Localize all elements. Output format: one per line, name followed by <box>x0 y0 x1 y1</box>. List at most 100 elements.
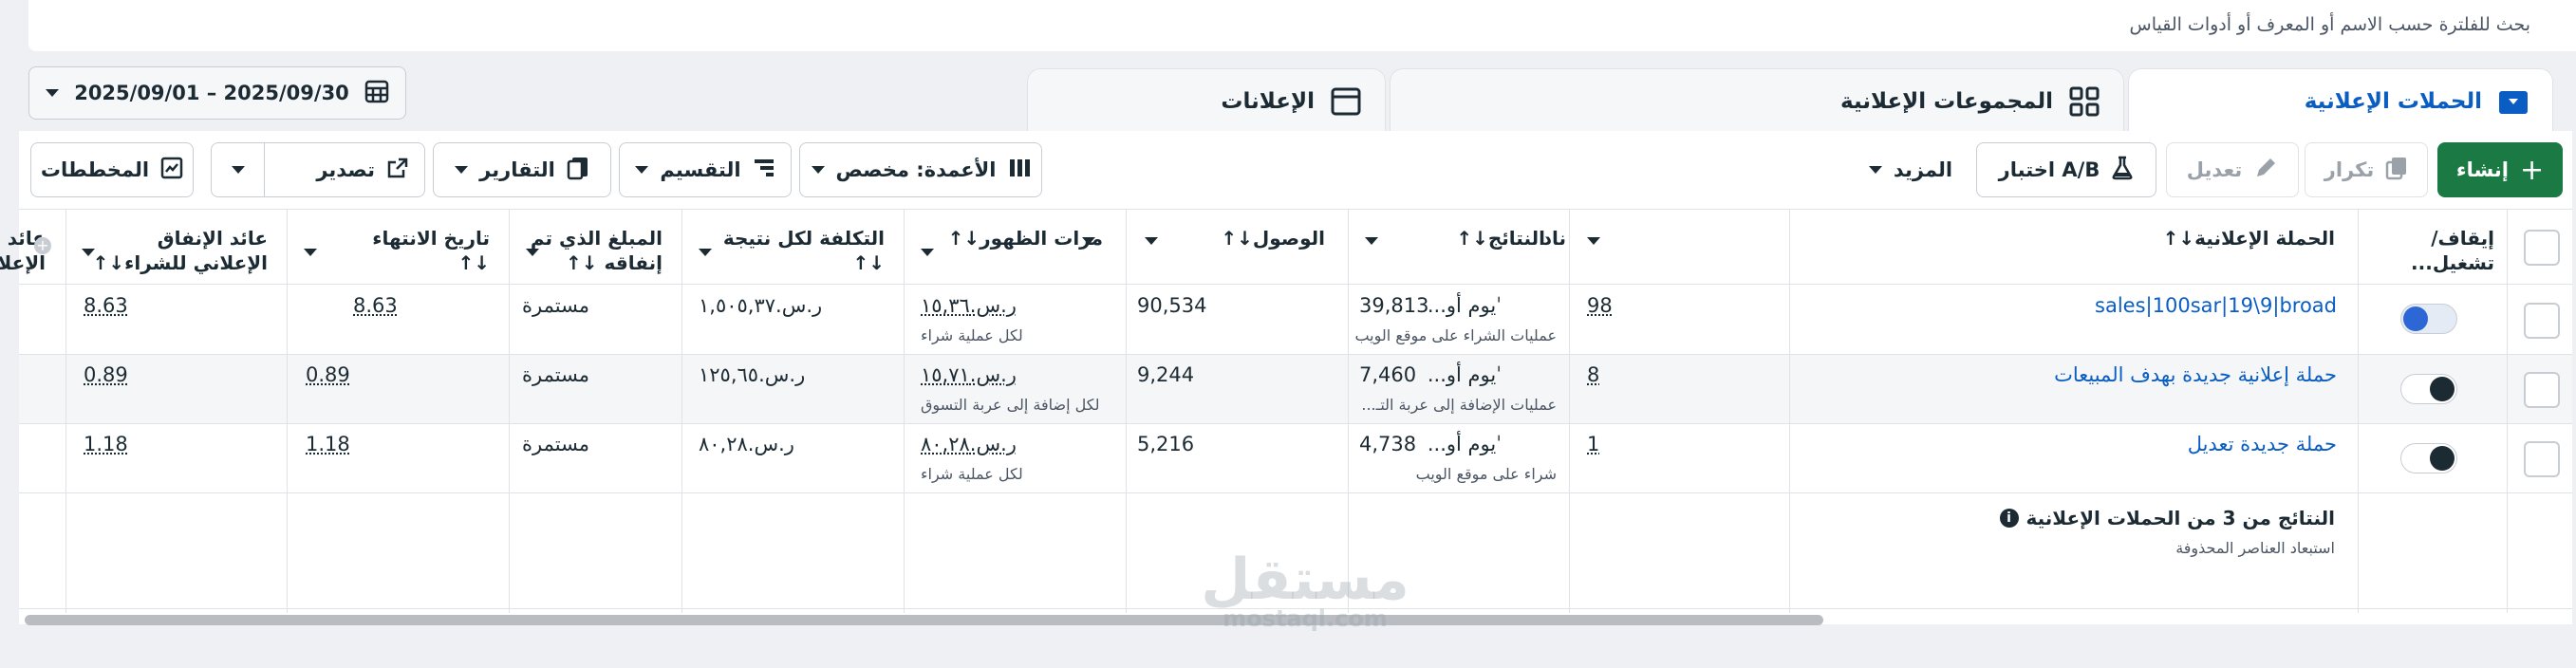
breakdown-dropdown[interactable]: التقسيم <box>619 142 792 197</box>
header-amount-spent[interactable]: المبلغ الذي تم إنفاقه ↓↑ <box>473 226 663 275</box>
reach-value: 4,738 <box>1359 433 1417 455</box>
cost-per-result-value[interactable]: ر.س.١٥,٧١ <box>921 363 1017 386</box>
breakdown-icon <box>753 157 775 184</box>
roas-value[interactable]: 0.89 <box>306 363 350 386</box>
results-value[interactable]: 1 <box>1587 433 1599 455</box>
more-dropdown[interactable]: المزيد <box>1858 142 1963 197</box>
cost-per-result-value[interactable]: ر.س.١٥,٣٦ <box>921 294 1017 317</box>
campaign-name-link[interactable]: حملة إعلانية جديدة بهدف المبيعات <box>2054 363 2337 386</box>
delivery-status: ˈيوم أو... <box>1427 363 1502 386</box>
edit-button[interactable]: تعديل <box>2166 142 2299 197</box>
roas-value[interactable]: 1.18 <box>84 433 128 455</box>
add-column-icon[interactable]: + <box>34 237 51 254</box>
chevron-down-icon <box>526 249 539 256</box>
columns-icon <box>1008 157 1031 184</box>
header-toggle[interactable]: إيقاف/ تشغيل... <box>2361 226 2494 275</box>
info-icon[interactable]: i <box>1999 509 2019 528</box>
roas-value[interactable]: 0.89 <box>84 363 128 386</box>
columns-dropdown[interactable]: الأعمدة: مخصص <box>799 142 1042 197</box>
toggle-knob <box>2403 306 2428 331</box>
chevron-down-icon <box>921 249 934 256</box>
column-divider <box>1569 209 1570 613</box>
header-campaign[interactable]: الحملة الإعلانية↓↑ <box>2145 226 2335 250</box>
header-cost-per-result[interactable]: التكلفة لكل نتيجة ↓↑ <box>704 226 885 275</box>
summary-subtitle: استبعاد العناصر المحذوفة <box>2175 539 2335 557</box>
chevron-down-icon <box>699 249 712 256</box>
column-divider <box>2507 209 2508 613</box>
row-checkbox[interactable] <box>2524 303 2560 339</box>
row-checkbox[interactable] <box>2524 372 2560 408</box>
chevron-down-icon <box>1868 166 1882 174</box>
pencil-icon <box>2253 156 2278 185</box>
column-divider <box>1126 209 1127 613</box>
chevron-down-icon <box>46 89 60 97</box>
chevron-down-icon <box>811 166 825 174</box>
search-placeholder: بحث للفلترة حسب الاسم أو المعرف أو أدوات… <box>2129 14 2531 35</box>
tab-campaigns[interactable]: الحملات الإعلانية <box>2128 68 2553 133</box>
amount-spent-value: ر.س.١,٥٠٥,٣٧ <box>699 294 823 317</box>
amount-spent-value: ر.س.١٢٥,٦٥ <box>699 363 806 386</box>
chevron-down-icon <box>455 166 469 174</box>
header-roas-1[interactable]: عائد الإنفاق الإعلاني للشراء↓↑ <box>87 226 268 275</box>
tab-ads[interactable]: الإعلانات <box>1027 68 1386 133</box>
date-range-picker[interactable]: 2025/09/01 – 2025/09/30 <box>28 66 406 120</box>
results-label: عمليات الشراء على موقع الويب <box>1354 326 1557 344</box>
divider <box>19 209 2572 210</box>
campaign-name-link[interactable]: sales|100sar|19\9|broad <box>2095 294 2337 317</box>
charts-button[interactable]: المخططات <box>30 142 194 197</box>
chevron-down-icon <box>635 166 649 174</box>
cost-per-result-value[interactable]: ر.س.٨٠,٢٨ <box>921 433 1017 455</box>
export-icon <box>386 157 409 184</box>
campaign-name-link[interactable]: حملة جديدة تعديل <box>2188 433 2337 455</box>
cost-per-result-label: لكل إضافة إلى عربة التسوق <box>921 396 1100 414</box>
folder-icon <box>2497 85 2529 118</box>
divider <box>19 423 2572 424</box>
cost-per-result-label: لكل عملية شراء <box>921 326 1023 344</box>
export-options-dropdown[interactable] <box>212 143 265 196</box>
select-all-checkbox[interactable] <box>2524 230 2560 266</box>
results-value[interactable]: 8 <box>1587 363 1599 386</box>
toggle-knob <box>2430 446 2455 471</box>
end-date-value: مستمرة <box>522 294 590 317</box>
export-button-group[interactable]: تصدير <box>211 142 425 197</box>
reports-dropdown[interactable]: التقارير <box>433 142 611 197</box>
create-button[interactable]: + إنشاء <box>2437 142 2563 197</box>
campaign-toggle[interactable] <box>2400 374 2457 404</box>
chevron-down-icon <box>1145 237 1158 245</box>
campaign-toggle[interactable] <box>2400 443 2457 473</box>
duplicate-button[interactable]: تكرار <box>2305 142 2428 197</box>
export-button[interactable]: تصدير <box>316 158 375 181</box>
impressions-value: 90,534 <box>1137 294 1207 317</box>
amount-spent-value: ر.س.٨٠,٢٨ <box>699 433 794 455</box>
search-bar[interactable]: بحث للفلترة حسب الاسم أو المعرف أو أدوات… <box>28 0 2576 51</box>
chevron-down-icon <box>1365 237 1378 245</box>
delivery-status: ˈيوم أو... <box>1427 433 1502 455</box>
ad-icon <box>1330 85 1362 118</box>
tab-ads-label: الإعلانات <box>1221 88 1315 114</box>
chevron-down-icon <box>304 249 317 256</box>
roas-value[interactable]: 8.63 <box>84 294 128 317</box>
results-value[interactable]: 98 <box>1587 294 1613 317</box>
results-label: عمليات الإضافة إلى عربة التـ... <box>1361 396 1557 414</box>
row-checkbox[interactable] <box>2524 441 2560 477</box>
header-end-date[interactable]: تاريخ الانتهاء ↓↑ <box>338 226 490 275</box>
toggle-knob <box>2430 377 2455 401</box>
header-results[interactable]: النتائج↓↑ <box>1374 226 1545 250</box>
date-range-label: 2025/09/01 – 2025/09/30 <box>74 82 349 104</box>
roas-value[interactable]: 8.63 <box>353 294 398 317</box>
tab-adsets[interactable]: المجموعات الإعلانية <box>1390 68 2124 133</box>
header-impressions[interactable]: مرات الظهور↓↑ <box>932 226 1103 250</box>
divider <box>19 354 2572 355</box>
delivery-status: ˈيوم أو... <box>1427 294 1502 317</box>
end-date-value: مستمرة <box>522 363 590 386</box>
reports-icon <box>567 156 589 185</box>
column-divider <box>681 209 682 613</box>
divider <box>19 492 2572 493</box>
column-divider <box>2358 209 2359 613</box>
cost-per-result-label: لكل عملية شراء <box>921 465 1023 483</box>
roas-value[interactable]: 1.18 <box>306 433 350 455</box>
campaign-toggle[interactable] <box>2400 304 2457 334</box>
header-reach[interactable]: الوصول↓↑ <box>1154 226 1325 250</box>
ab-test-button[interactable]: اختبار A/B <box>1976 142 2156 197</box>
horizontal-scrollbar[interactable] <box>25 615 1823 625</box>
